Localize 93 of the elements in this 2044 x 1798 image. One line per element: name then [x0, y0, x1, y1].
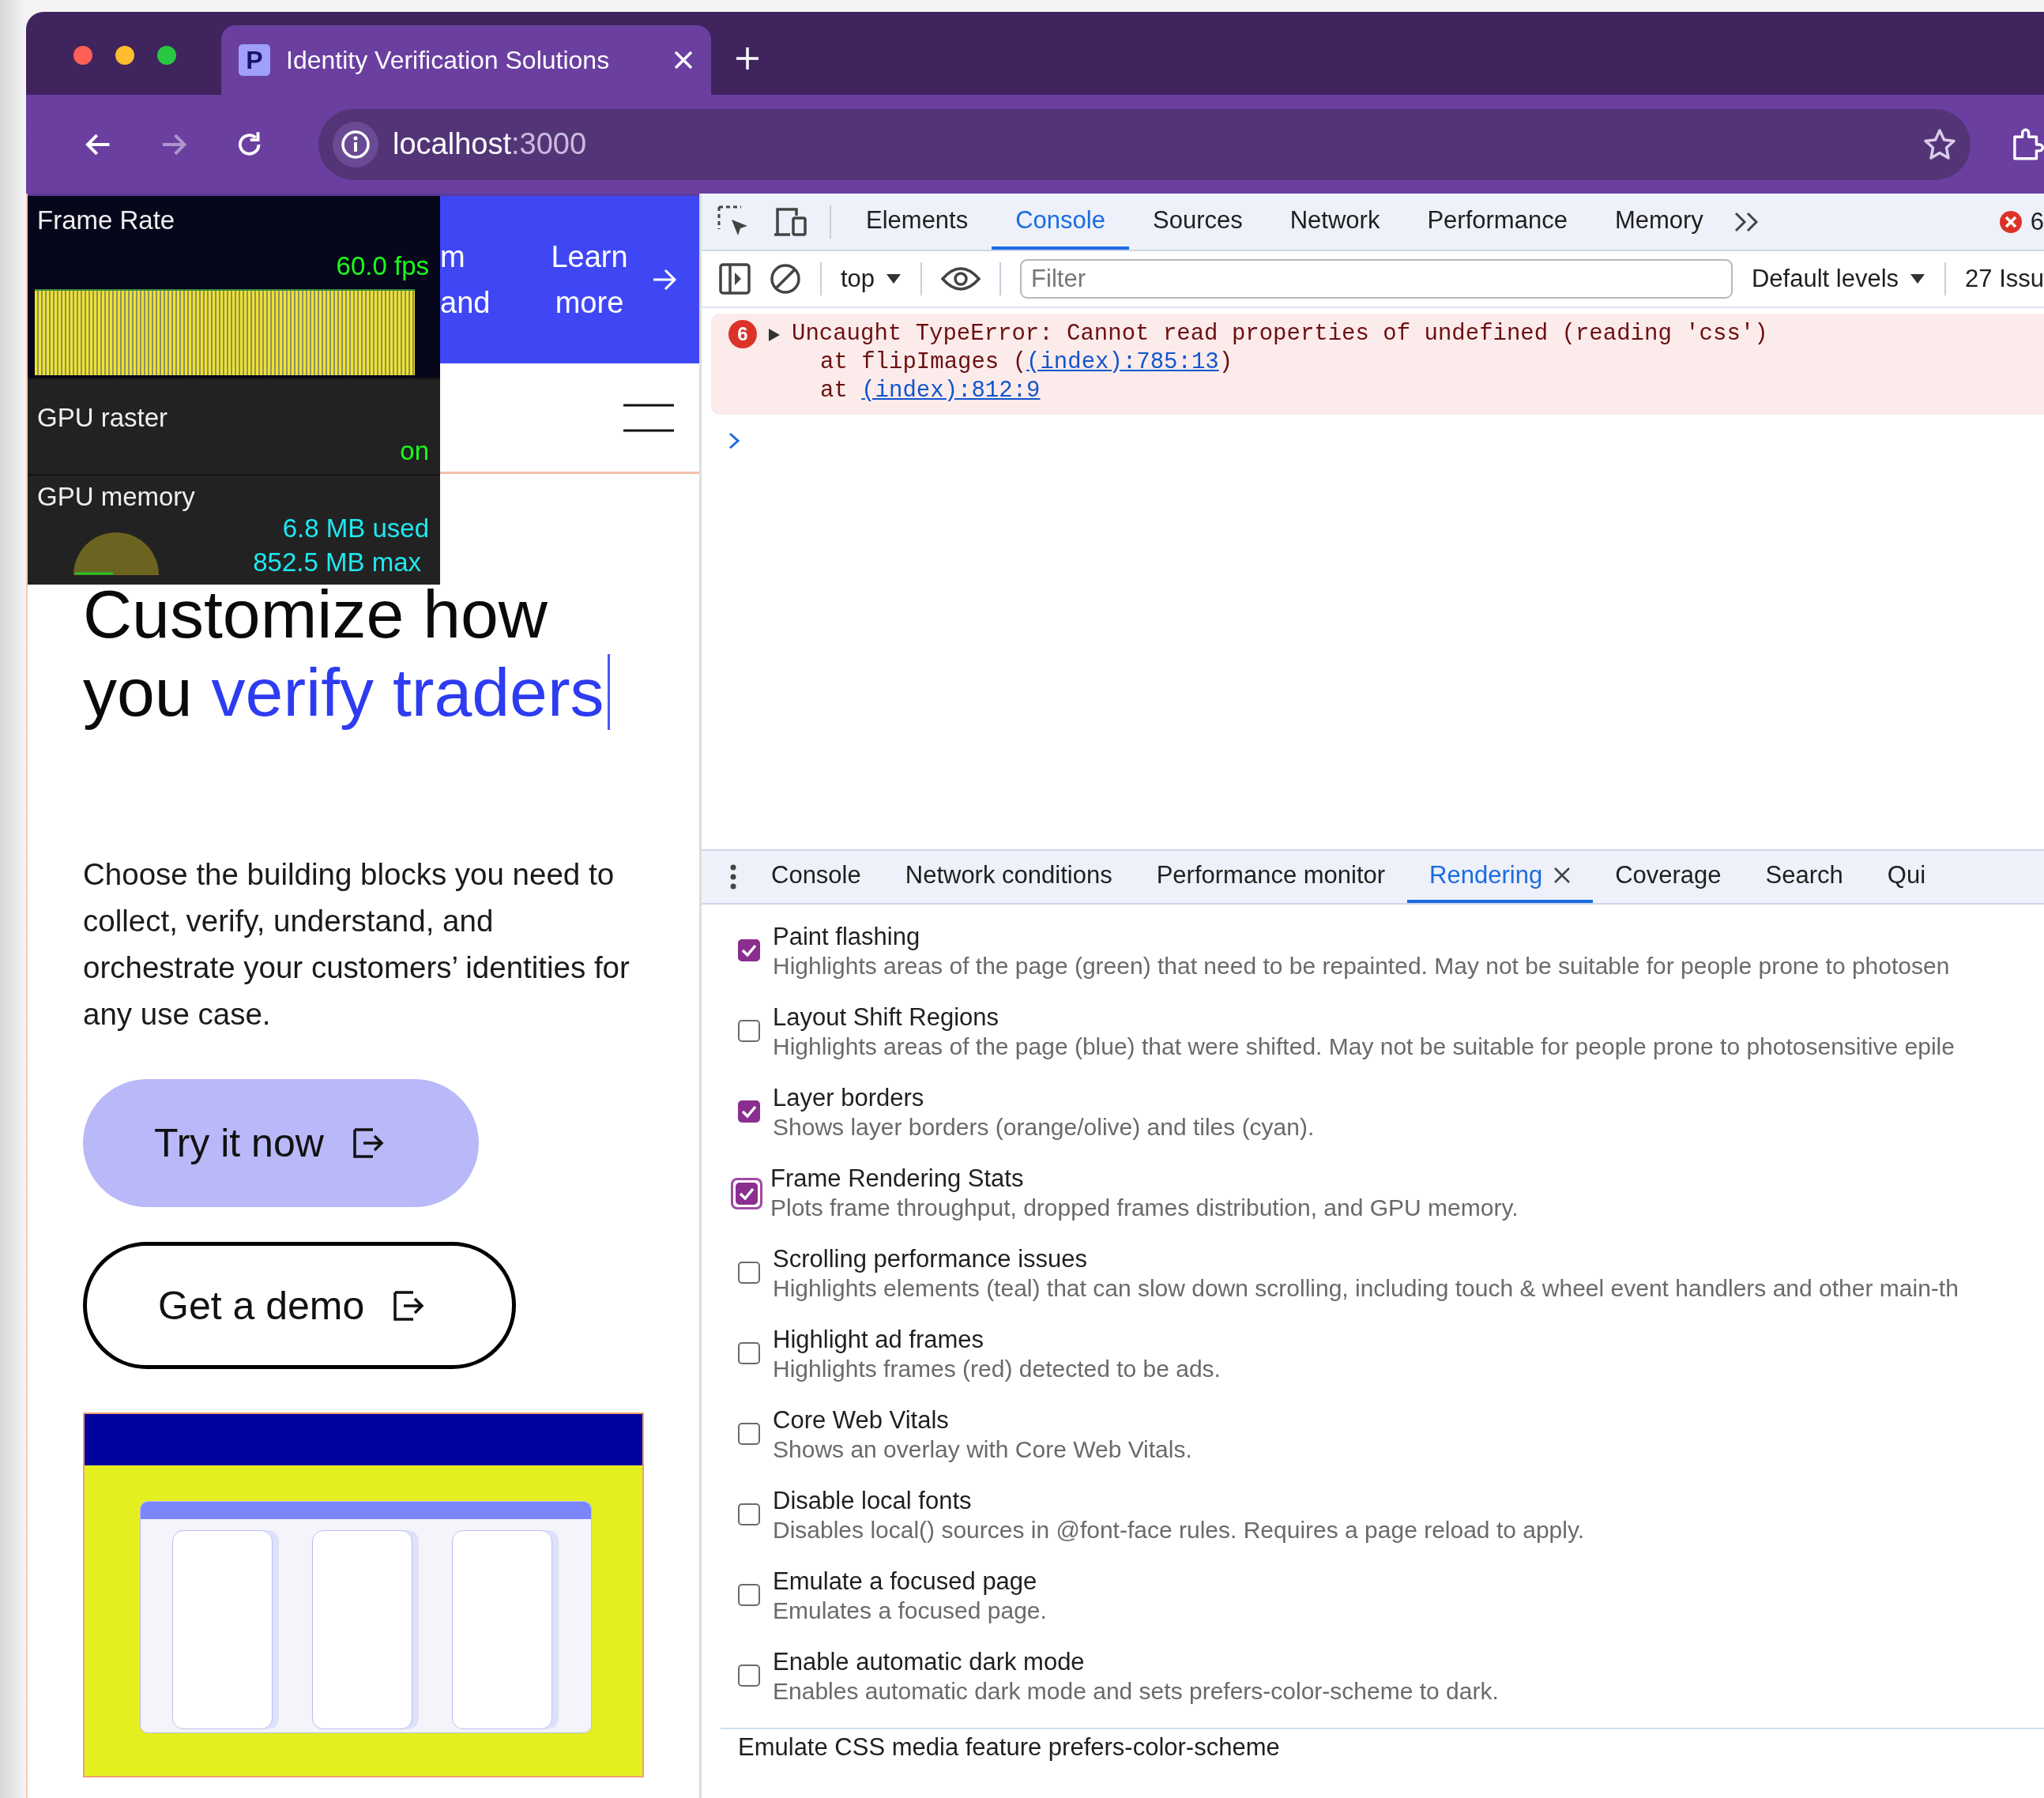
option-description: Highlights frames (red) detected to be ads. [773, 1355, 1221, 1383]
close-icon[interactable] [1553, 867, 1572, 884]
address-field[interactable]: localhost:3000 [318, 108, 1971, 180]
option-title: Paint flashing [773, 922, 921, 951]
checkbox[interactable] [738, 1342, 760, 1364]
option-title: Frame Rendering Stats [770, 1164, 1025, 1193]
option-description: Shows layer borders (orange/olive) and tiles (cyan). [773, 1113, 1315, 1142]
drawer-tab[interactable]: Network conditions [883, 851, 1135, 903]
context-dropdown[interactable]: top [841, 265, 902, 293]
arrow-icon [352, 1127, 384, 1159]
hero-paragraph: Choose the building blocks you need to collect, verify, understand, and orchestrate your customers’ identities for any use case. [83, 856, 631, 1033]
gpu-raster-label: GPU raster [37, 403, 168, 433]
frame-rate-label: Frame Rate [37, 205, 175, 235]
checkbox[interactable] [738, 1503, 760, 1525]
drawer-tab[interactable]: Rendering [1407, 851, 1594, 903]
primary-button[interactable]: Try it now [83, 1079, 479, 1207]
maximize-window-button[interactable] [157, 46, 176, 65]
close-tab-icon[interactable] [673, 50, 694, 70]
prompt-chevron-icon [728, 432, 740, 450]
option-title: Core Web Vitals [773, 1405, 950, 1435]
caret-icon [1910, 273, 1926, 284]
option-description: Disables local() sources in @font-face rules. Requires a page reload to apply. [773, 1516, 1585, 1544]
menu-icon[interactable] [623, 403, 674, 432]
browser-tab[interactable]: P Identity Verification Solutions [221, 25, 711, 95]
banner-text: m [440, 239, 465, 275]
sidebar-icon[interactable] [719, 263, 751, 295]
checkbox[interactable] [738, 1020, 760, 1042]
banner-text: and [440, 285, 491, 321]
option-title: Layer borders [773, 1083, 925, 1112]
drawer-tab[interactable]: Performance monitor [1134, 851, 1408, 903]
stack-frame: at flipImages ((index):785:13) [792, 348, 1768, 377]
new-tab-icon[interactable] [735, 46, 760, 71]
error-counter[interactable]: 6 [1998, 194, 2044, 250]
filter-field[interactable]: Filter [1020, 259, 1733, 299]
checkbox[interactable] [738, 1584, 760, 1606]
checkbox[interactable] [736, 1183, 758, 1205]
fps-value: 60.0 fps [336, 251, 429, 281]
checkbox[interactable] [738, 1100, 760, 1123]
option-description: Highlights areas of the page (blue) that were shifted. May not be suitable for people prone to photosensitive epile [773, 1033, 1955, 1061]
source-link[interactable]: (index):785:13 [1026, 349, 1219, 375]
checkbox[interactable] [738, 1423, 760, 1445]
more-tabs-icon[interactable] [1733, 210, 1760, 233]
option-title: Enable automatic dark mode [773, 1647, 1086, 1676]
checkbox[interactable] [738, 939, 760, 961]
drawer-tab[interactable]: Console [749, 851, 883, 903]
more-options-icon[interactable] [730, 864, 736, 890]
option-title: Scrolling performance issues [773, 1244, 1088, 1273]
error-text: Uncaught TypeError: Cannot read properties of undefined (reading 'css') [792, 320, 1768, 348]
stack-frame: at (index):812:9 [792, 377, 1768, 405]
gpu-memory-label: GPU memory [37, 482, 195, 512]
panel-tab[interactable]: Network [1266, 194, 1404, 250]
panel-tab[interactable]: Sources [1129, 194, 1267, 250]
repeat-count-badge: 6 [728, 320, 757, 348]
secondary-button[interactable]: Get a demo [83, 1242, 516, 1369]
expand-triangle-icon[interactable] [768, 328, 781, 342]
panel-tab[interactable]: Performance [1403, 194, 1591, 250]
close-window-button[interactable] [73, 46, 92, 65]
option-description: Highlights elements (teal) that can slow down scrolling, including touch & wheel event handlers and other main-th [773, 1274, 1959, 1303]
memory-used-text: 6.8 MB used [282, 513, 429, 544]
option-title: Disable local fonts [773, 1486, 973, 1515]
option-title: Highlight ad frames [773, 1325, 985, 1354]
caret-icon [886, 273, 902, 284]
checkbox[interactable] [738, 1262, 760, 1284]
source-link[interactable]: (index):812:9 [861, 378, 1041, 404]
arrow-icon [652, 268, 677, 292]
option-description: Enables automatic dark mode and sets prefers-color-scheme to dark. [773, 1677, 1499, 1706]
arrow-icon [393, 1289, 425, 1322]
drawer-tab[interactable]: Search [1743, 851, 1865, 903]
memory-max-text: 852.5 MB max [253, 547, 421, 577]
eye-icon[interactable] [941, 266, 981, 292]
option-title: Layout Shift Regions [773, 1002, 1000, 1032]
device-toolbar-icon[interactable] [773, 205, 807, 238]
option-description: Shows an overlay with Core Web Vitals. [773, 1435, 1192, 1464]
star-icon[interactable] [1922, 127, 1956, 161]
gpu-raster-status: on [400, 436, 429, 466]
clear-console-icon[interactable] [770, 263, 801, 295]
tab-favicon: P [239, 44, 270, 76]
drawer-tab[interactable]: Coverage [1593, 851, 1744, 903]
error-icon [1998, 209, 2023, 234]
option-description: Highlights areas of the page (green) that need to be repainted. May not be suitable for people prone to photosen [773, 952, 1950, 980]
drawer-tab[interactable]: Qui [1865, 851, 1948, 903]
option-description: Plots frame throughput, dropped frames distribution, and GPU memory. [770, 1194, 1519, 1222]
issues-counter[interactable]: 27 Issu [1965, 265, 2044, 293]
panel-tab[interactable]: Memory [1590, 194, 1727, 250]
option-title: Emulate a focused page [773, 1567, 1038, 1596]
panel-tab[interactable]: Elements [842, 194, 992, 250]
panel-tab[interactable]: Console [992, 194, 1129, 250]
learn-more-link[interactable]: Learn more [538, 234, 677, 325]
option-description: Emulates a focused page. [773, 1597, 1047, 1625]
checkbox[interactable] [738, 1664, 760, 1687]
log-levels-dropdown[interactable]: Default levels [1751, 265, 1926, 293]
section-heading: Emulate CSS media feature prefers-color-scheme [738, 1732, 1281, 1762]
minimize-window-button[interactable] [115, 46, 134, 65]
